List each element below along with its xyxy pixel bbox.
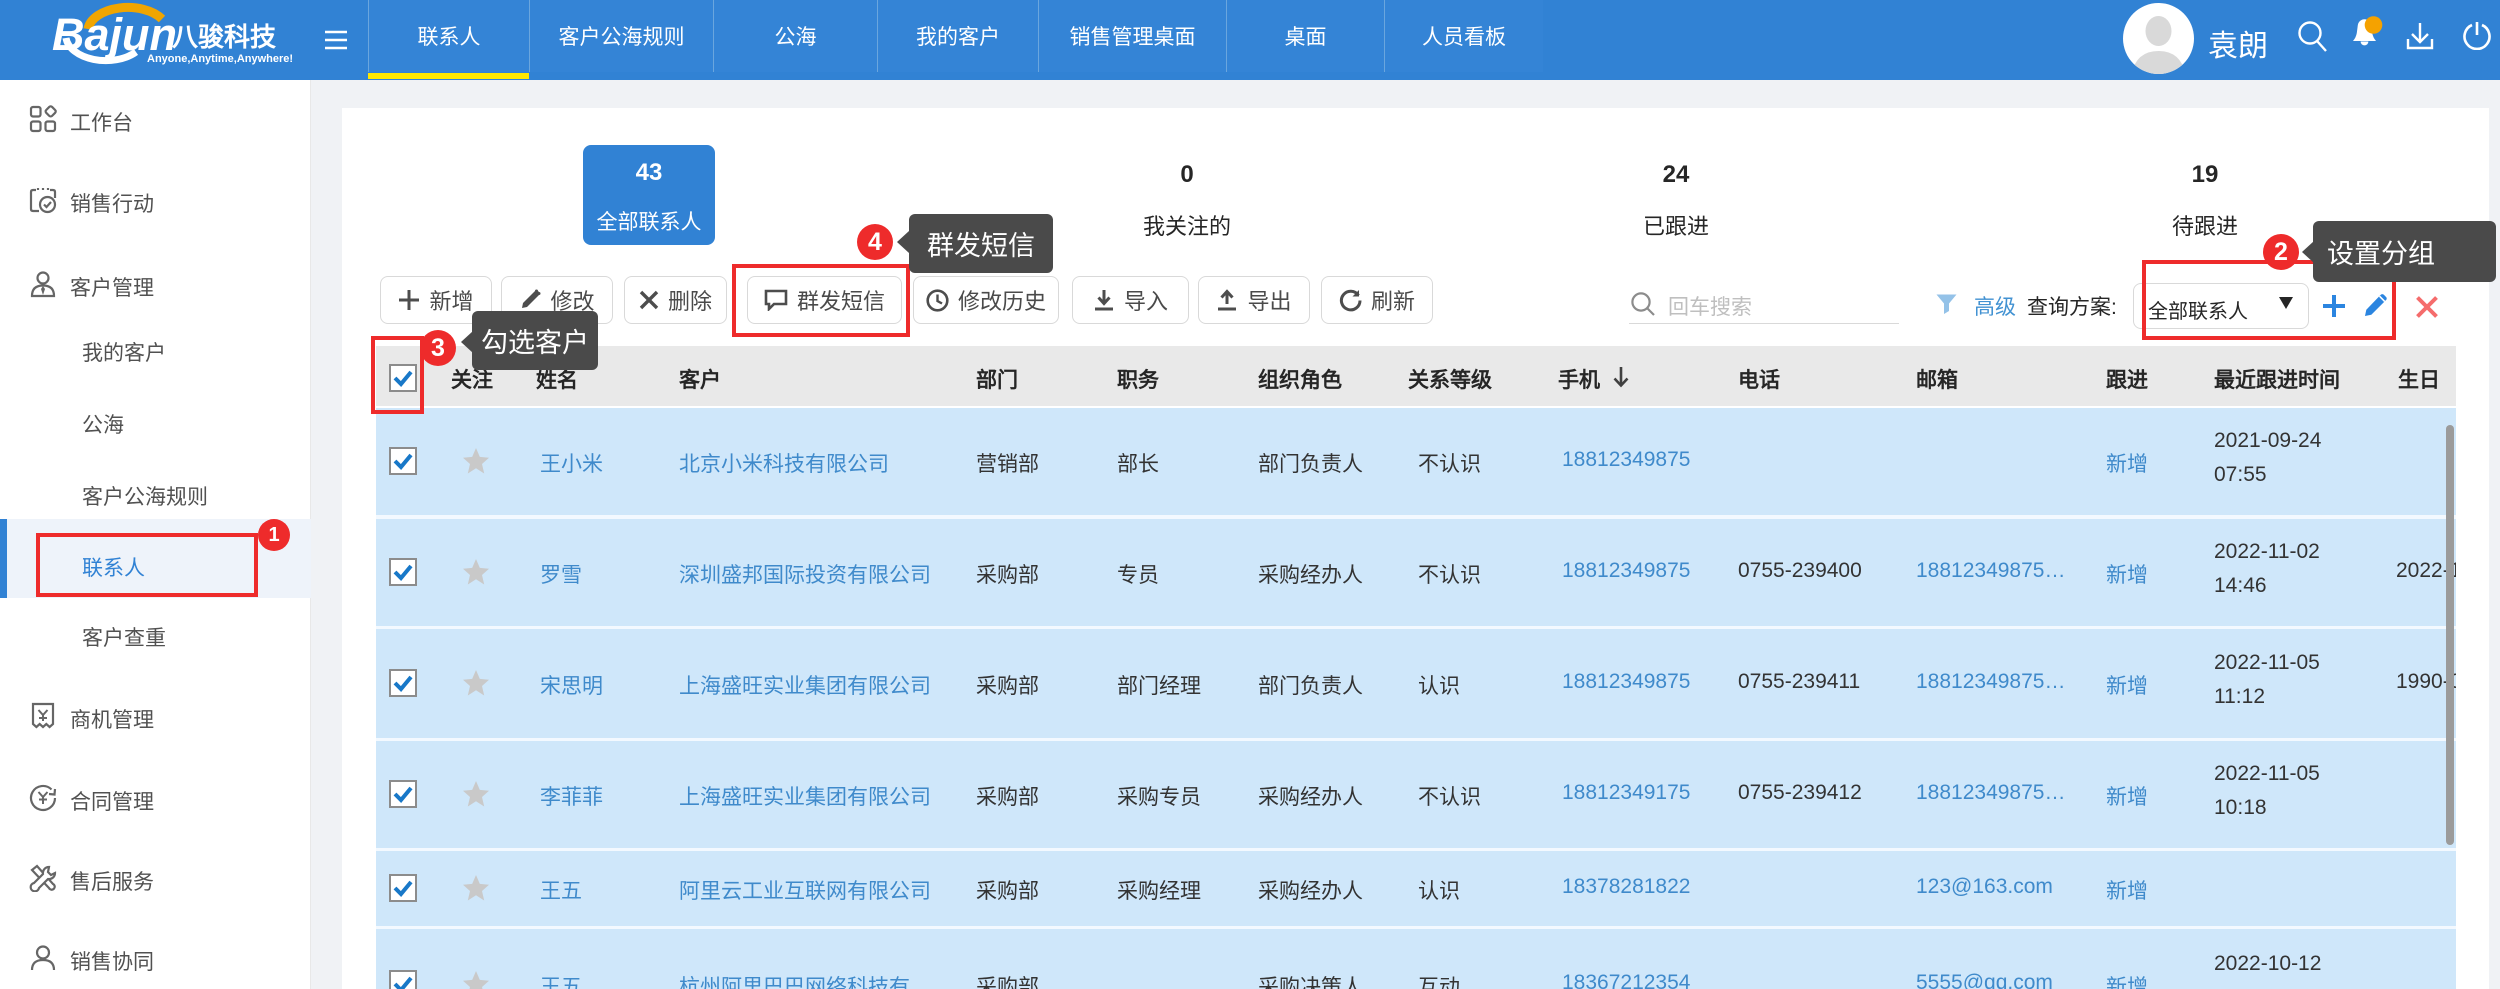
- svg-text:Anyone,Anytime,Anywhere!: Anyone,Anytime,Anywhere!: [147, 53, 293, 65]
- svg-text:八骏科技: 八骏科技: [172, 22, 276, 52]
